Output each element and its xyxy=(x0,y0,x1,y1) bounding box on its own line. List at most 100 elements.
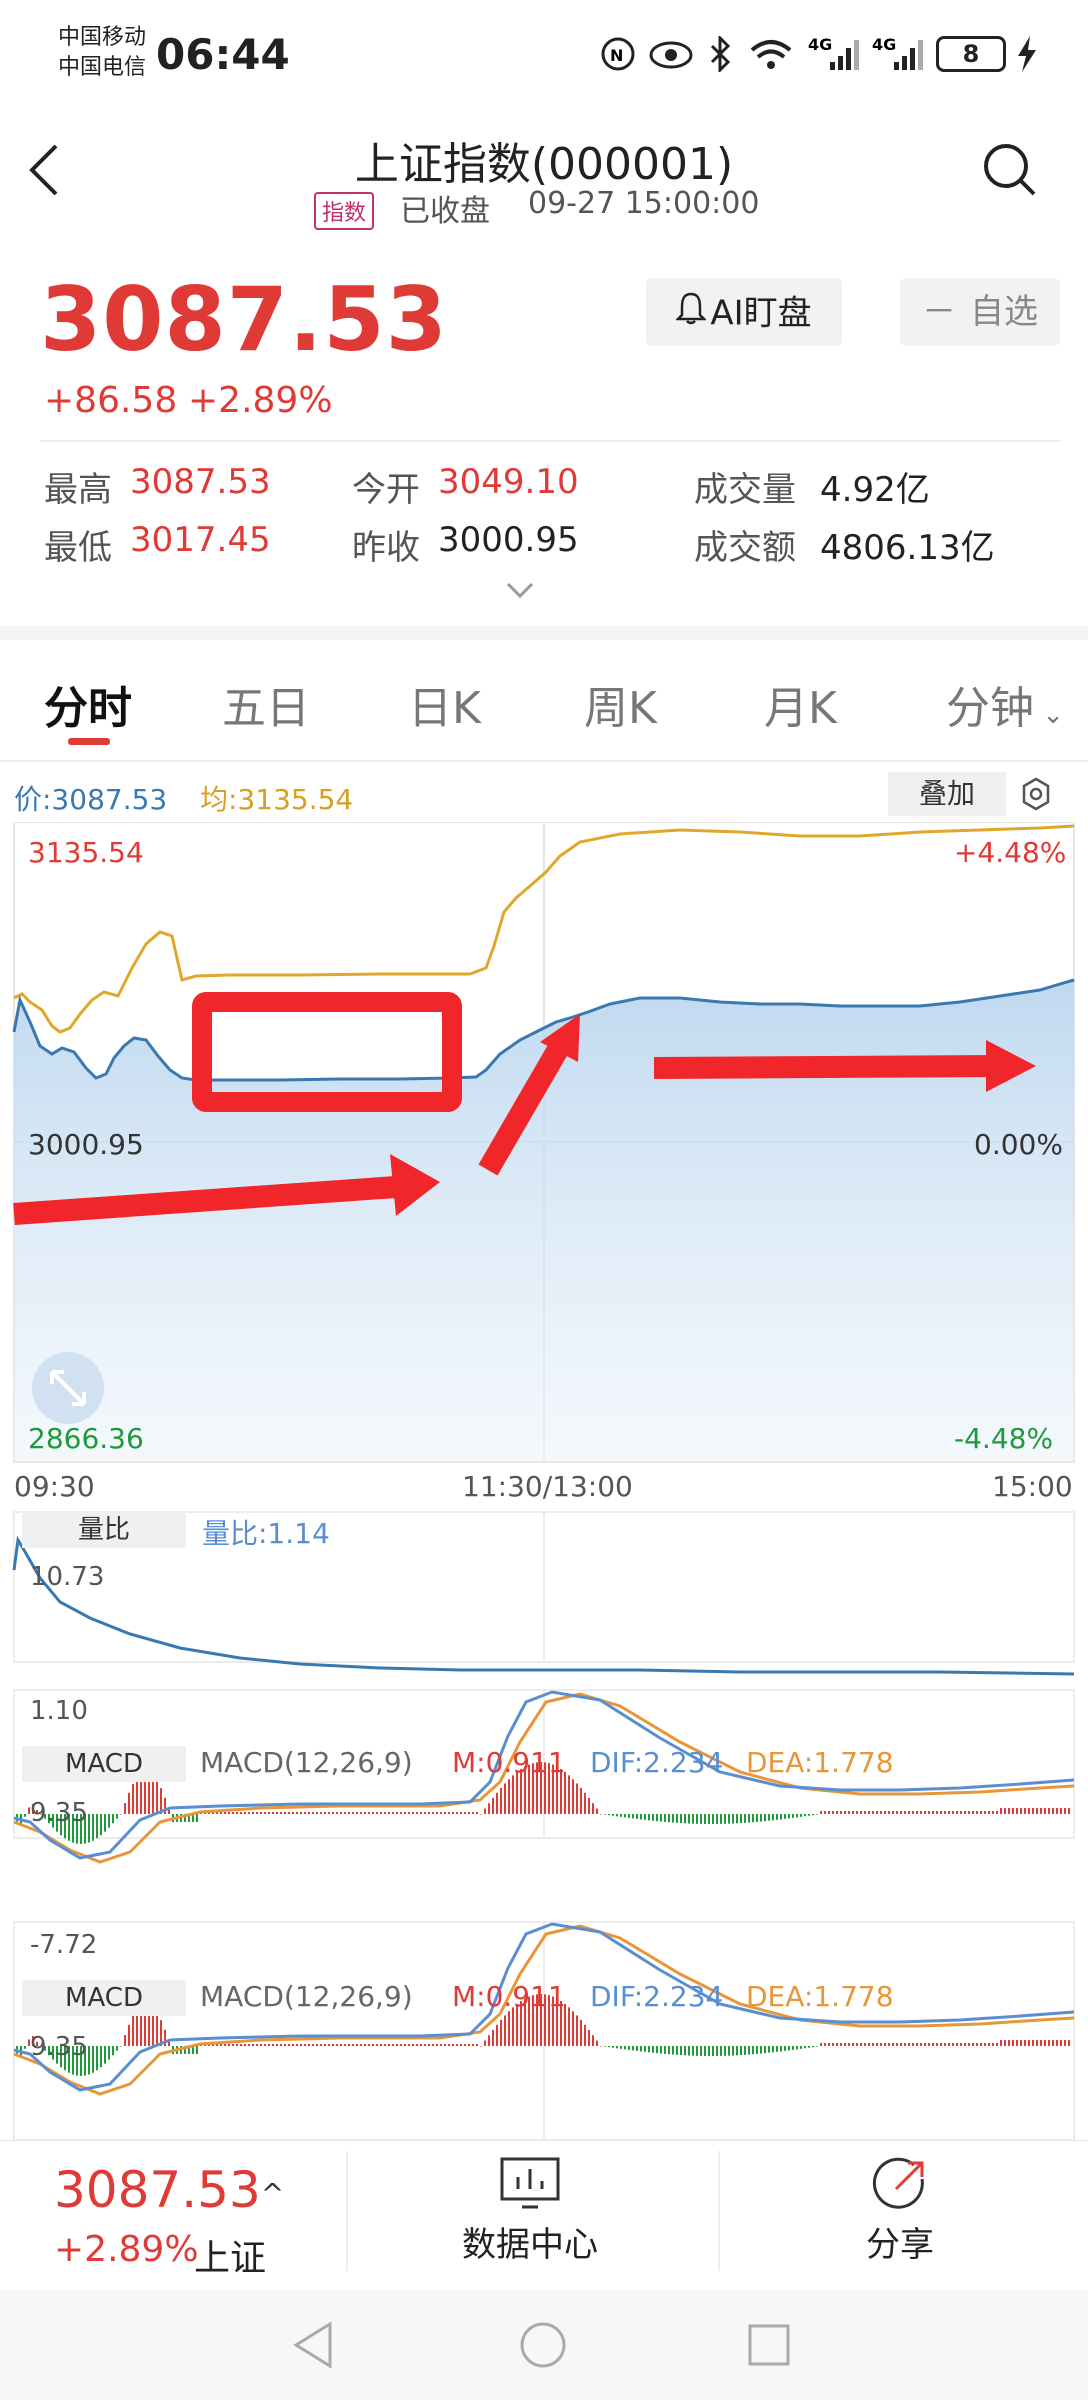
macd-histogram-bar xyxy=(572,2011,574,2046)
macd-histogram-bar xyxy=(280,2044,282,2046)
macd-histogram-bar xyxy=(788,1814,790,1819)
macd-histogram-bar xyxy=(324,2044,326,2046)
macd2-dif: DIF:2.234 xyxy=(590,1980,724,2013)
macd-histogram-bar xyxy=(608,1814,610,1816)
share-icon xyxy=(820,2155,980,2217)
bell-icon xyxy=(675,280,708,348)
macd-histogram-bar xyxy=(648,2046,650,2053)
macd-histogram-bar xyxy=(604,2046,606,2047)
macd-histogram-bar xyxy=(824,2043,826,2046)
macd-histogram-bar xyxy=(388,2044,390,2046)
macd-histogram-bar xyxy=(288,2044,290,2046)
data-center-button[interactable]: 数据中心 xyxy=(440,2155,620,2285)
macd-histogram-bar xyxy=(812,1814,814,1816)
macd-histogram-bar xyxy=(928,2043,930,2046)
add-watchlist-button[interactable]: － 自选 xyxy=(900,278,1060,346)
macd-histogram-bar xyxy=(904,2043,906,2046)
macd-histogram-bar xyxy=(124,1803,126,1814)
macd-histogram-bar xyxy=(468,1812,470,1814)
macd2-y-top: 9.35 xyxy=(30,2032,88,2062)
tabs-divider xyxy=(0,760,1088,762)
fullscreen-expand-icon[interactable] xyxy=(32,1352,104,1424)
macd-histogram-bar xyxy=(908,2043,910,2046)
x-axis-start: 09:30 xyxy=(14,1470,95,1503)
macd-histogram-bar xyxy=(676,2046,678,2055)
tab-daily-k[interactable]: 日K xyxy=(408,672,481,736)
macd-histogram-bar xyxy=(832,1811,834,1814)
macd-histogram-bar xyxy=(592,2035,594,2046)
macd-histogram-bar xyxy=(356,1812,358,1814)
macd-histogram-bar xyxy=(232,2044,234,2046)
macd-histogram-bar xyxy=(836,2043,838,2046)
macd-histogram-bar xyxy=(368,1812,370,1814)
macd-histogram-bar xyxy=(576,2015,578,2046)
macd-histogram-bar xyxy=(408,2044,410,2046)
macd-histogram-bar xyxy=(964,2043,966,2046)
macd-histogram-bar xyxy=(244,1812,246,1814)
tab-minute[interactable]: 分钟 ⌄ xyxy=(946,672,1064,736)
macd-histogram-bar xyxy=(92,1814,94,1841)
macd-histogram-bar xyxy=(632,2046,634,2051)
macd-histogram-bar xyxy=(480,2046,482,2047)
macd-histogram-bar xyxy=(196,2046,198,2054)
macd-histogram-bar xyxy=(716,1814,718,1824)
nav-home-icon[interactable] xyxy=(518,2320,568,2374)
pct-axis-mid: 0.00% xyxy=(974,1128,1063,1161)
macd-histogram-bar xyxy=(500,1788,502,1814)
macd-histogram-bar xyxy=(948,2043,950,2046)
macd-histogram-bar xyxy=(96,2046,98,2071)
settings-gear-icon[interactable] xyxy=(1018,776,1054,816)
macd1-dif: DIF:2.234 xyxy=(590,1746,724,1779)
macd-histogram-bar xyxy=(732,1814,734,1824)
share-button[interactable]: 分享 xyxy=(820,2155,980,2285)
macd-histogram-bar xyxy=(948,1811,950,1814)
macd-histogram-bar xyxy=(788,2046,790,2051)
macd-histogram-bar xyxy=(1032,1808,1034,1814)
macd-histogram-bar xyxy=(232,1812,234,1814)
macd-histogram-bar xyxy=(1060,1808,1062,1814)
wifi-icon xyxy=(748,34,794,78)
macd-histogram-bar xyxy=(568,2007,570,2046)
macd-histogram-bar xyxy=(636,2046,638,2051)
carrier-2: 中国电信 xyxy=(58,55,147,80)
macd-histogram-bar xyxy=(708,1814,710,1824)
overlay-button[interactable]: 叠加 xyxy=(888,772,1006,816)
bottom-price[interactable]: 3087.53^ xyxy=(54,2161,284,2219)
macd-histogram-bar xyxy=(332,1812,334,1814)
expand-chevron-icon[interactable] xyxy=(504,580,536,604)
macd-histogram-bar xyxy=(572,1779,574,1814)
nav-recents-icon[interactable] xyxy=(746,2322,792,2372)
macd-histogram-bar xyxy=(728,2046,730,2056)
macd-histogram-bar xyxy=(652,2046,654,2053)
macd-histogram-bar xyxy=(728,1814,730,1824)
macd-histogram-bar xyxy=(908,1811,910,1814)
macd-histogram-bar xyxy=(1052,2040,1054,2046)
tab-monthly-k[interactable]: 月K xyxy=(764,672,837,736)
macd-histogram-bar xyxy=(420,1812,422,1814)
macd-histogram-bar xyxy=(916,1811,918,1814)
macd-histogram-bar xyxy=(224,2044,226,2046)
tab-five-day[interactable]: 五日 xyxy=(222,672,310,736)
macd-histogram-bar xyxy=(956,2043,958,2046)
tab-weekly-k[interactable]: 周K xyxy=(584,672,657,736)
search-icon[interactable] xyxy=(982,142,1038,202)
quote-datetime: 09-27 15:00:00 xyxy=(528,186,760,221)
macd-histogram-bar xyxy=(384,1812,386,1814)
ai-watch-button[interactable]: AI盯盘 xyxy=(646,278,842,346)
macd-histogram-bar xyxy=(840,2043,842,2046)
macd-histogram-bar xyxy=(308,1812,310,1814)
macd-histogram-bar xyxy=(580,2020,582,2046)
tab-intraday[interactable]: 分时 xyxy=(44,672,132,736)
nav-back-icon[interactable] xyxy=(290,2320,336,2374)
macd-histogram-bar xyxy=(396,1812,398,1814)
macd-histogram-bar xyxy=(336,1812,338,1814)
volume-ratio-y-top: 10.73 xyxy=(30,1562,105,1592)
volume-ratio-box-label: 量比 xyxy=(22,1512,186,1548)
macd-histogram-bar xyxy=(732,2046,734,2056)
volume-ratio-value: 量比:1.14 xyxy=(202,1517,330,1550)
macd-histogram-bar xyxy=(380,1812,382,1814)
macd-histogram-bar xyxy=(624,1814,626,1818)
macd-histogram-bar xyxy=(240,2044,242,2046)
macd-histogram-bar xyxy=(428,1812,430,1814)
macd-histogram-bar xyxy=(420,2044,422,2046)
